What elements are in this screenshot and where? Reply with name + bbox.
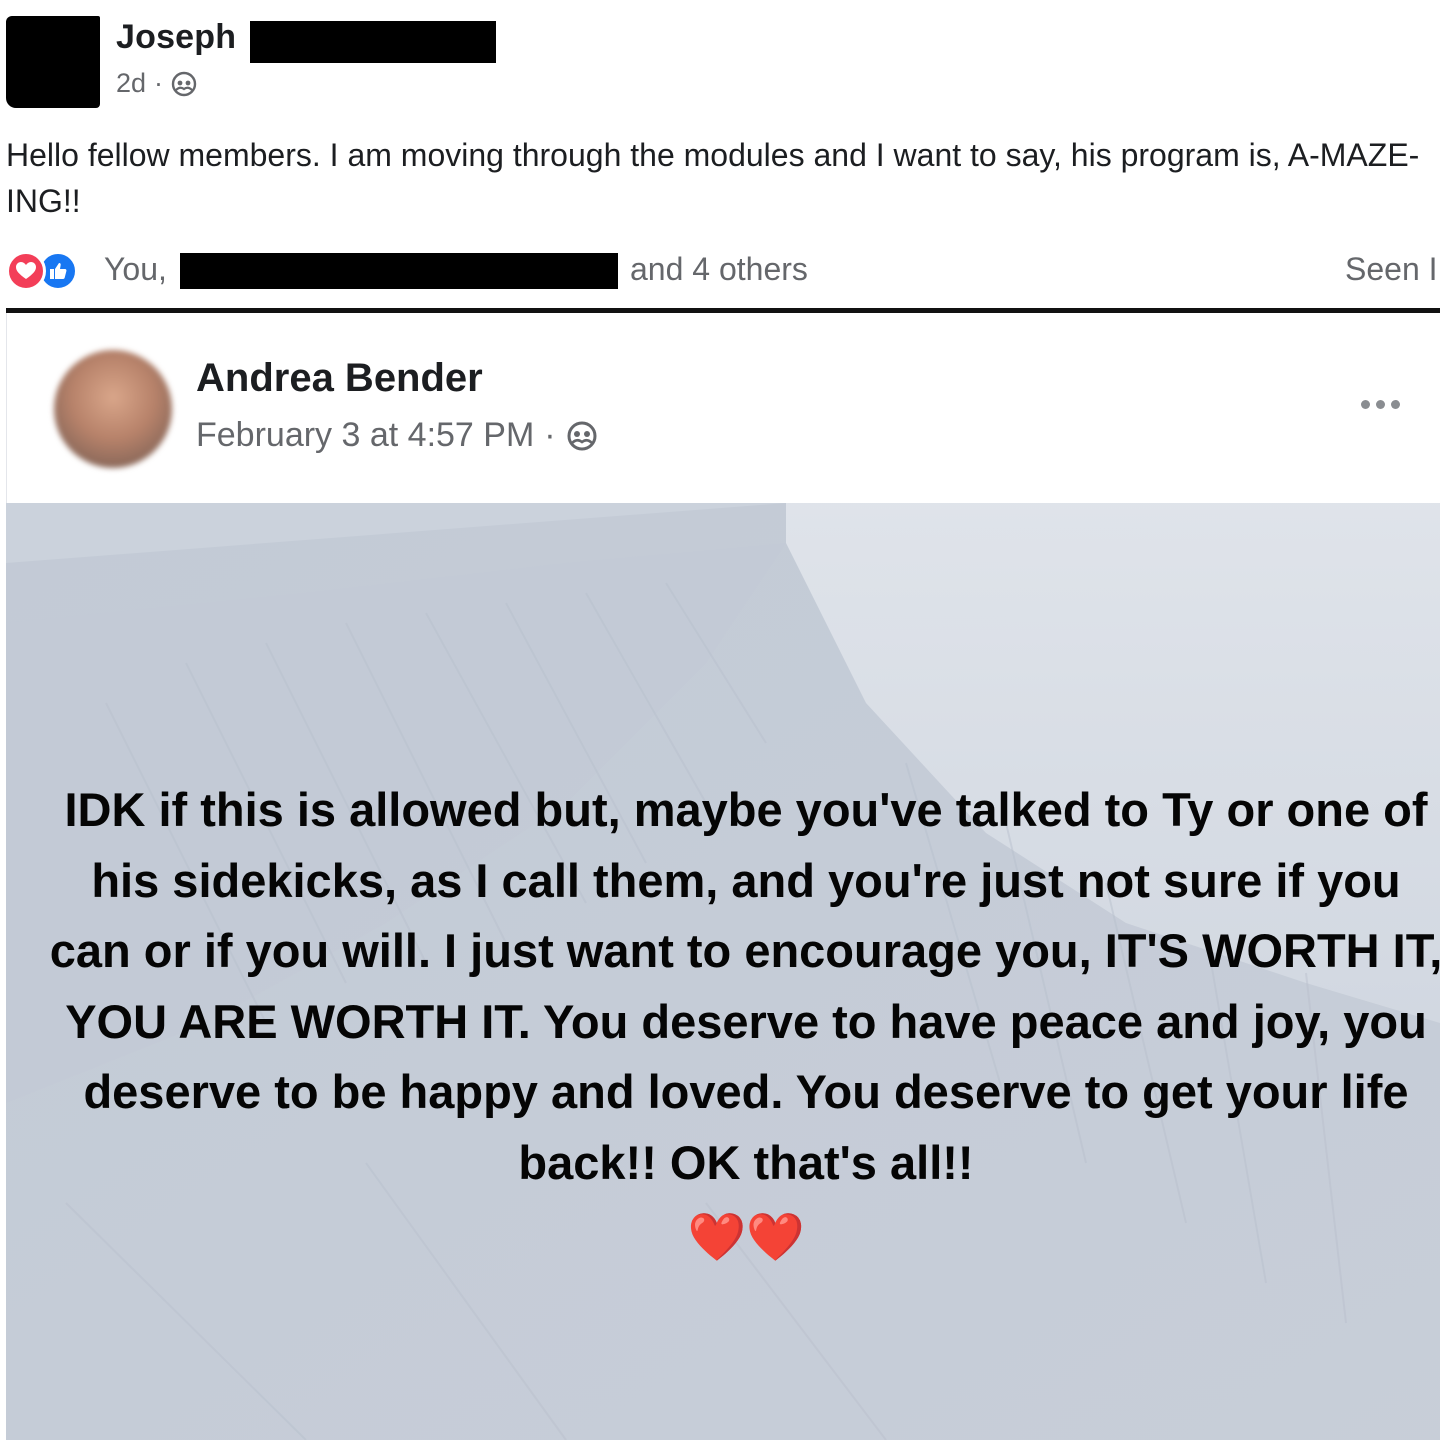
post-author-name[interactable]: Joseph: [116, 18, 236, 57]
post-joseph: Joseph 2d · Hello fellow members. I am m…: [0, 0, 1440, 312]
more-options-icon[interactable]: [1350, 393, 1410, 415]
reaction-icons[interactable]: [6, 248, 78, 294]
dot: [1375, 399, 1385, 409]
group-members-icon: [171, 71, 197, 96]
post-body-text: Hello fellow members. I am moving throug…: [6, 137, 1420, 219]
redacted-reactor-names: [180, 253, 618, 289]
redacted-last-name: [250, 21, 496, 63]
post-timestamp[interactable]: 2d: [116, 68, 146, 99]
dot: [1390, 399, 1400, 409]
meta-separator: ·: [544, 416, 556, 454]
reactions-others-label[interactable]: and 4 others: [630, 251, 808, 288]
group-members-icon: [567, 421, 597, 450]
seen-by-label[interactable]: Seen I: [1345, 251, 1438, 288]
avatar-blurred[interactable]: [54, 350, 172, 468]
love-icon: [6, 251, 46, 291]
avatar-redacted[interactable]: [6, 16, 100, 108]
post-meta: February 3 at 4:57 PM ·: [196, 416, 598, 455]
post-meta: 2d ·: [116, 68, 197, 99]
post-timestamp[interactable]: February 3 at 4:57 PM: [196, 416, 534, 455]
post-background-mountain: IDK if this is allowed but, maybe you've…: [6, 503, 1440, 1440]
dot: [1360, 399, 1370, 409]
post-body-message: IDK if this is allowed but, maybe you've…: [49, 783, 1440, 1189]
post-author-name[interactable]: Andrea Bender: [196, 356, 483, 401]
meta-separator: ·: [154, 68, 164, 98]
reactions-you-label[interactable]: You,: [104, 251, 167, 288]
post-andrea-header: [6, 313, 1440, 503]
post-body-text: IDK if this is allowed but, maybe you've…: [46, 775, 1440, 1273]
heart-emoji: ❤️❤️: [687, 1210, 805, 1263]
